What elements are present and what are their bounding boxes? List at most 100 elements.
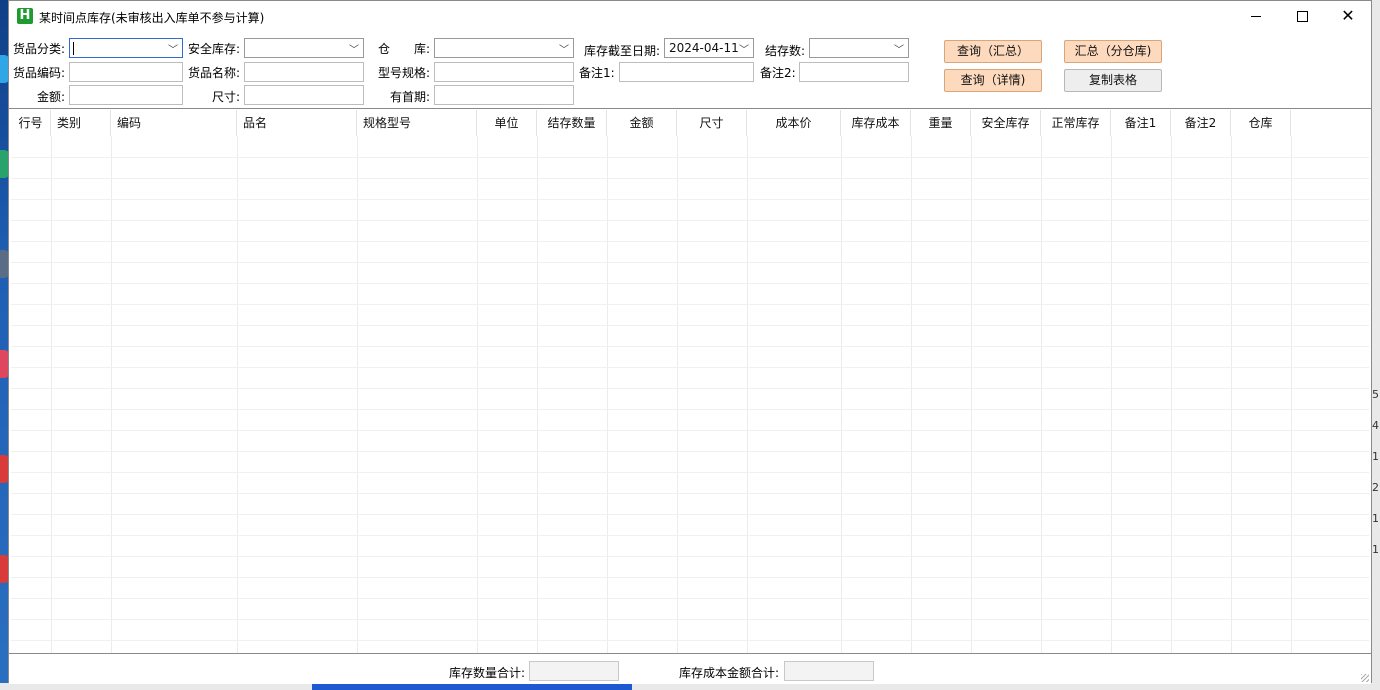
category-select[interactable]: ﹀ (69, 38, 183, 58)
balance-qty-select[interactable]: ﹀ (809, 38, 909, 58)
grid-column-line (111, 136, 112, 653)
text-cursor (73, 42, 74, 55)
column-header[interactable]: 结存数量 (537, 110, 607, 136)
background-digit: 4 (1372, 419, 1379, 432)
total-qty-field (529, 661, 619, 681)
stock-date-picker[interactable]: 2024-04-11 ﹀ (664, 38, 754, 58)
grid-column-line (51, 136, 52, 653)
grid-row-line (11, 388, 1369, 389)
grid-column-line (1041, 136, 1042, 653)
grid-column-line (607, 136, 608, 653)
code-label: 货品编码: (13, 66, 66, 80)
model-label: 型号规格: (378, 66, 431, 80)
background-digit: 1 (1372, 512, 1379, 525)
amount-label: 金额: (37, 90, 66, 104)
grid-row-line (11, 514, 1369, 515)
has-first-period-label: 有首期: (390, 90, 431, 104)
column-header[interactable]: 成本价 (747, 110, 841, 136)
grid-column-line (1291, 136, 1292, 653)
summary-by-warehouse-button[interactable]: 汇总（分仓库) (1064, 40, 1162, 63)
column-header[interactable]: 金额 (607, 110, 677, 136)
column-header[interactable]: 安全库存 (971, 110, 1041, 136)
background-digit: 1 (1372, 450, 1379, 463)
minimize-icon (1251, 15, 1261, 17)
toolbar-separator (9, 108, 1371, 109)
grid-row-line (11, 304, 1369, 305)
minimize-button[interactable] (1233, 1, 1279, 31)
grid-column-line (1171, 136, 1172, 653)
stock-date-value: 2024-04-11 (669, 41, 739, 55)
background-taskbar-item[interactable] (312, 683, 632, 690)
chevron-down-icon: ﹀ (739, 45, 749, 56)
grid-row-line (11, 199, 1369, 200)
category-label: 货品分类: (13, 42, 66, 56)
remark2-label: 备注2: (760, 66, 796, 80)
inventory-window: H 某时间点库存(未审核出入库单不参与计算) ✕ 货品分类: ﹀ 安全库存: ﹀… (8, 0, 1372, 684)
column-header[interactable]: 类别 (51, 110, 111, 136)
grid-column-line (1111, 136, 1112, 653)
column-header[interactable]: 行号 (11, 110, 51, 136)
grid-column-line (841, 136, 842, 653)
has-first-period-input[interactable] (434, 85, 574, 105)
safety-stock-label: 安全库存: (188, 42, 241, 56)
grid-row-line (11, 556, 1369, 557)
inventory-table[interactable]: 行号 类别 编码 品名 规格型号 单位 结存数量 金额 尺寸 成本价 库存成本 … (11, 110, 1369, 653)
column-header[interactable]: 正常库存 (1041, 110, 1111, 136)
app-icon: H (17, 8, 33, 24)
column-header[interactable]: 库存成本 (841, 110, 911, 136)
column-header[interactable]: 尺寸 (677, 110, 747, 136)
size-input[interactable] (244, 85, 364, 105)
safety-stock-select[interactable]: ﹀ (244, 38, 364, 58)
amount-input[interactable] (69, 85, 183, 105)
column-header[interactable]: 规格型号 (357, 110, 477, 136)
close-button[interactable]: ✕ (1325, 1, 1371, 31)
column-header[interactable]: 重量 (911, 110, 971, 136)
column-header[interactable]: 备注2 (1171, 110, 1231, 136)
chevron-down-icon: ﹀ (349, 45, 359, 56)
name-label: 货品名称: (188, 66, 241, 80)
maximize-button[interactable] (1279, 1, 1325, 31)
grid-column-line (677, 136, 678, 653)
model-input[interactable] (434, 62, 574, 82)
grid-row-line (11, 430, 1369, 431)
summary-footer: 库存数量合计: 库存成本金额合计: (9, 653, 1371, 684)
code-input[interactable] (69, 62, 183, 82)
column-header[interactable]: 编码 (111, 110, 237, 136)
title-bar[interactable]: H 某时间点库存(未审核出入库单不参与计算) ✕ (9, 1, 1371, 31)
grid-row-line (11, 619, 1369, 620)
grid-column-line (747, 136, 748, 653)
copy-table-button[interactable]: 复制表格 (1064, 69, 1162, 92)
column-header[interactable]: 单位 (477, 110, 537, 136)
grid-row-line (11, 640, 1369, 641)
grid-row-line (11, 262, 1369, 263)
grid-row-line (11, 346, 1369, 347)
chevron-down-icon: ﹀ (168, 45, 178, 56)
column-header[interactable]: 备注1 (1111, 110, 1171, 136)
grid-row-line (11, 535, 1369, 536)
grid-row-line (11, 283, 1369, 284)
warehouse-label: 仓 库: (378, 42, 431, 56)
query-summary-button[interactable]: 查询（汇总） (944, 40, 1042, 63)
grid-column-line (1231, 136, 1232, 653)
grid-row-line (11, 472, 1369, 473)
window-title: 某时间点库存(未审核出入库单不参与计算) (39, 11, 265, 25)
background-digit: 5 (1372, 388, 1379, 401)
remark1-label: 备注1: (579, 66, 615, 80)
query-detail-button[interactable]: 查询（详情) (944, 69, 1042, 92)
name-input[interactable] (244, 62, 364, 82)
warehouse-select[interactable]: ﹀ (434, 38, 574, 58)
size-label: 尺寸: (212, 90, 241, 104)
background-digit: 2 (1372, 481, 1379, 494)
grid-row-line (11, 178, 1369, 179)
grid-column-line (537, 136, 538, 653)
grid-row-line (11, 493, 1369, 494)
grid-row-line (11, 451, 1369, 452)
resize-grip-icon[interactable] (1361, 674, 1369, 682)
remark1-input[interactable] (619, 62, 754, 82)
column-header[interactable]: 品名 (237, 110, 357, 136)
grid-column-line (237, 136, 238, 653)
total-qty-label: 库存数量合计: (449, 666, 526, 680)
balance-qty-label: 结存数: (765, 44, 806, 58)
remark2-input[interactable] (799, 62, 909, 82)
column-header[interactable]: 仓库 (1231, 110, 1291, 136)
